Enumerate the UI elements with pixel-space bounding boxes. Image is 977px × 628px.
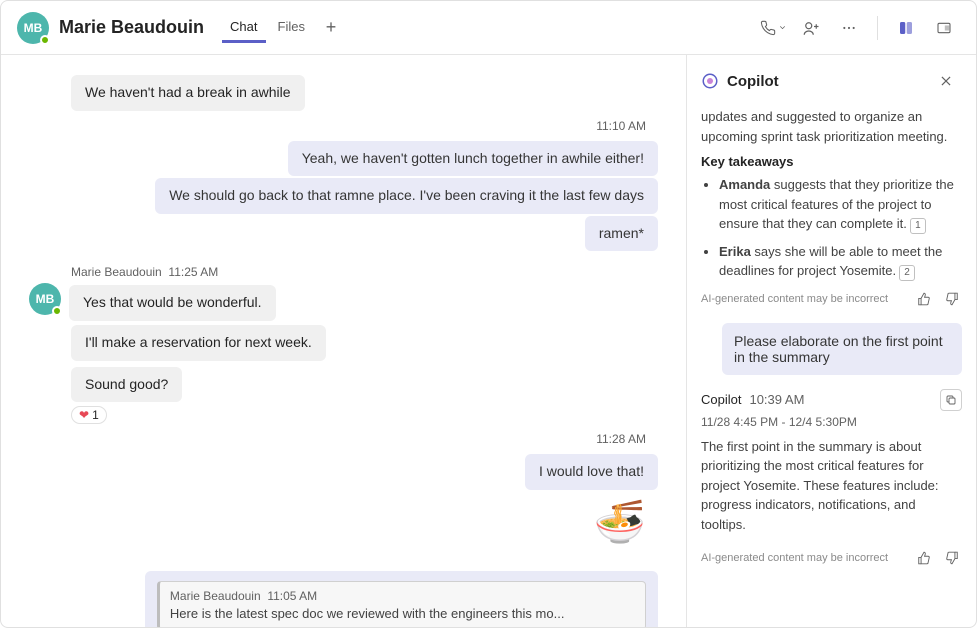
reference-chip[interactable]: 2 bbox=[899, 265, 915, 281]
more-icon bbox=[841, 20, 857, 36]
tab-files[interactable]: Files bbox=[270, 13, 313, 43]
thumbs-up-icon bbox=[917, 292, 931, 306]
thumbs-up-button[interactable] bbox=[914, 548, 934, 568]
reference-chip[interactable]: 1 bbox=[910, 218, 926, 234]
emoji-message[interactable]: 🍜 bbox=[17, 492, 658, 553]
copilot-date-range: 11/28 4:45 PM - 12/4 5:30PM bbox=[701, 415, 962, 429]
popout-button[interactable] bbox=[928, 12, 960, 44]
thumbs-down-button[interactable] bbox=[942, 548, 962, 568]
ai-disclaimer: AI-generated content may be incorrect bbox=[701, 293, 888, 305]
chat-header: MB Marie Beaudouin Chat Files + bbox=[1, 1, 976, 55]
tab-chat[interactable]: Chat bbox=[222, 13, 265, 43]
message-outgoing[interactable]: We should go back to that ramne place. I… bbox=[155, 178, 658, 214]
reply-time: 11:05 AM bbox=[267, 589, 317, 603]
more-button[interactable] bbox=[833, 12, 865, 44]
takeaway-person: Amanda bbox=[719, 177, 770, 192]
close-copilot-button[interactable] bbox=[930, 65, 962, 97]
popout-icon bbox=[936, 20, 952, 36]
chevron-down-icon bbox=[778, 23, 787, 32]
copilot-logo-icon bbox=[701, 72, 719, 90]
copilot-summary-block: updates and suggested to organize an upc… bbox=[701, 107, 962, 309]
message-time: 11:25 AM bbox=[168, 265, 218, 279]
takeaways-list: Amanda suggests that they prioritize the… bbox=[701, 175, 962, 281]
copilot-title: Copilot bbox=[727, 73, 779, 90]
thumbs-down-button[interactable] bbox=[942, 289, 962, 309]
copilot-response-time: 10:39 AM bbox=[749, 392, 804, 407]
reaction-heart[interactable]: ❤ 1 bbox=[71, 406, 107, 424]
avatar-initials: MB bbox=[36, 292, 55, 306]
header-divider bbox=[877, 16, 878, 40]
chat-title: Marie Beaudouin bbox=[59, 17, 204, 38]
contact-avatar[interactable]: MB bbox=[17, 12, 49, 44]
reaction-count: 1 bbox=[92, 408, 99, 422]
thumbs-down-icon bbox=[945, 292, 959, 306]
call-button[interactable] bbox=[757, 12, 789, 44]
chat-messages-area[interactable]: We haven't had a break in awhile 11:10 A… bbox=[1, 55, 686, 627]
copilot-panel: Copilot updates and suggested to organiz… bbox=[686, 55, 976, 627]
copilot-body[interactable]: updates and suggested to organize an upc… bbox=[687, 107, 976, 627]
reply-sender-name: Marie Beaudouin bbox=[170, 589, 261, 603]
copilot-response-text: The first point in the summary is about … bbox=[701, 437, 962, 535]
close-icon bbox=[939, 74, 953, 88]
takeaways-heading: Key takeaways bbox=[701, 154, 962, 169]
copilot-toggle-button[interactable] bbox=[890, 12, 922, 44]
takeaway-item: Amanda suggests that they prioritize the… bbox=[719, 175, 962, 234]
reply-preview-text: Here is the latest spec doc we reviewed … bbox=[170, 605, 635, 623]
timestamp: 11:10 AM bbox=[17, 113, 658, 139]
timestamp: 11:28 AM bbox=[17, 426, 658, 452]
message-incoming[interactable]: Sound good? bbox=[71, 367, 182, 403]
message-incoming[interactable]: I'll make a reservation for next week. bbox=[71, 325, 326, 361]
ai-disclaimer: AI-generated content may be incorrect bbox=[701, 552, 888, 564]
presence-indicator bbox=[52, 306, 62, 316]
copilot-response-block: Copilot 10:39 AM 11/28 4:45 PM - 12/4 5:… bbox=[701, 389, 962, 569]
presence-indicator bbox=[40, 35, 50, 45]
phone-icon bbox=[760, 20, 776, 36]
sender-timestamp: Marie Beaudouin 11:25 AM bbox=[71, 265, 670, 279]
copilot-response-name: Copilot bbox=[701, 392, 741, 407]
sender-name: Marie Beaudouin bbox=[71, 265, 162, 279]
people-add-icon bbox=[802, 19, 820, 37]
header-tabs: Chat Files + bbox=[222, 13, 345, 43]
copilot-header: Copilot bbox=[687, 55, 976, 107]
sender-avatar[interactable]: MB bbox=[29, 283, 61, 315]
copy-response-button[interactable] bbox=[940, 389, 962, 411]
takeaway-item: Erika says she will be able to meet the … bbox=[719, 242, 962, 281]
people-button[interactable] bbox=[795, 12, 827, 44]
message-outgoing[interactable]: I would love that! bbox=[525, 454, 658, 490]
thumbs-up-button[interactable] bbox=[914, 289, 934, 309]
add-tab-button[interactable]: + bbox=[317, 14, 345, 42]
heart-icon: ❤ bbox=[79, 408, 89, 422]
copilot-icon bbox=[897, 19, 915, 37]
thumbs-down-icon bbox=[945, 551, 959, 565]
message-incoming[interactable]: Yes that would be wonderful. bbox=[69, 285, 276, 321]
copy-icon bbox=[945, 394, 957, 406]
avatar-initials: MB bbox=[24, 21, 43, 35]
message-outgoing[interactable]: Yeah, we haven't gotten lunch together i… bbox=[288, 141, 658, 177]
copilot-summary-text: updates and suggested to organize an upc… bbox=[701, 107, 962, 146]
message-incoming[interactable]: We haven't had a break in awhile bbox=[71, 75, 305, 111]
takeaway-person: Erika bbox=[719, 244, 751, 259]
copilot-user-prompt[interactable]: Please elaborate on the first point in t… bbox=[722, 323, 962, 375]
message-outgoing-with-reply[interactable]: Marie Beaudouin 11:05 AM Here is the lat… bbox=[145, 571, 658, 627]
message-outgoing[interactable]: ramen* bbox=[585, 216, 658, 252]
header-actions bbox=[757, 12, 960, 44]
reply-preview[interactable]: Marie Beaudouin 11:05 AM Here is the lat… bbox=[157, 581, 646, 627]
thumbs-up-icon bbox=[917, 551, 931, 565]
